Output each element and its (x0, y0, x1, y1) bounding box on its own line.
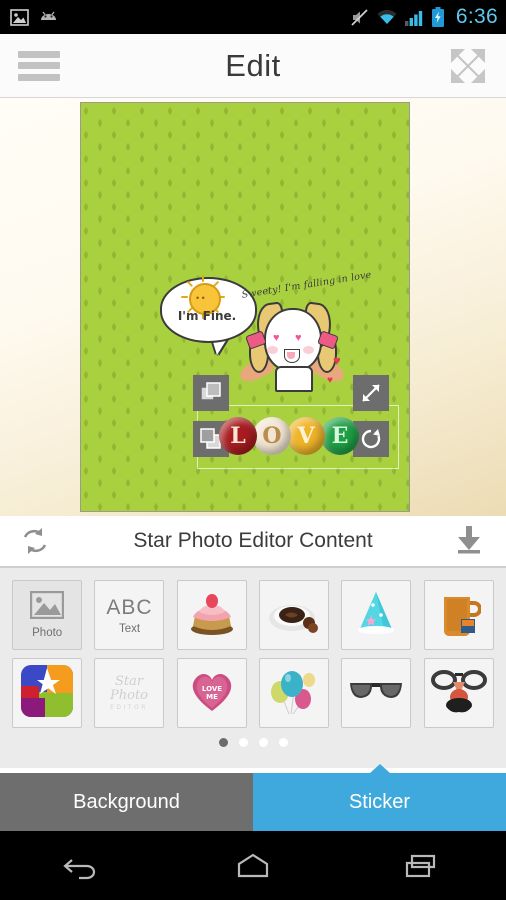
girl-cheek-right (303, 346, 314, 354)
wifi-icon (376, 9, 398, 26)
svg-text:LOVE: LOVE (202, 685, 222, 693)
girl-cheek-left (267, 346, 278, 354)
hamburger-menu-icon[interactable] (18, 50, 60, 81)
heart-eye-right-icon: ♥ (295, 332, 302, 344)
cake-sticker-art (186, 590, 238, 641)
floating-heart-small-icon: ♥ (327, 375, 333, 386)
sunglasses-sticker-art (347, 676, 405, 711)
svg-text:Star: Star (115, 674, 144, 689)
svg-text:Photo: Photo (109, 688, 148, 703)
sticker-cell (335, 576, 417, 654)
app-header: Edit (0, 34, 506, 98)
sticker-cell: LOVE ME (171, 654, 253, 732)
tab-background-label: Background (73, 790, 180, 813)
tab-sticker[interactable]: Sticker (253, 764, 506, 831)
party-hat-sticker[interactable] (341, 580, 412, 650)
balloons-sticker-art (269, 666, 319, 721)
android-mascot-icon (38, 10, 59, 25)
party-hat-sticker-art (352, 589, 400, 642)
sticker-cell: Photo (6, 576, 88, 654)
battery-charging-icon (431, 7, 445, 27)
star-app-sticker[interactable] (12, 658, 83, 728)
handwriting-text: Sweety! I'm falling in love (241, 269, 373, 301)
sticker-cell (171, 576, 253, 654)
watermark-sticker[interactable]: Star Photo EDITOR (94, 658, 165, 728)
disguise-glasses-sticker[interactable] (423, 658, 494, 728)
content-bar: Star Photo Editor Content (0, 516, 506, 568)
sticker-cell (418, 576, 500, 654)
abc-glyph: ABC (106, 595, 153, 619)
page-title: Edit (225, 47, 281, 83)
love-me-heart-sticker[interactable]: LOVE ME (176, 658, 247, 728)
pager-dot[interactable] (258, 738, 268, 747)
sticker-cell: ABC Text (88, 576, 170, 654)
pager-dot[interactable] (238, 738, 248, 747)
floating-heart-icon: ♥ (333, 353, 341, 368)
sticker-cell (253, 576, 335, 654)
status-bar: 6:36 (0, 0, 506, 34)
resize-handle[interactable] (353, 375, 389, 411)
signal-icon (404, 9, 424, 26)
bottom-tabs: Background Sticker (0, 764, 506, 831)
heart-eye-left-icon: ♥ (273, 332, 280, 344)
svg-text:EDITOR: EDITOR (111, 704, 149, 711)
photo-tile[interactable]: Photo (12, 580, 83, 650)
home-icon[interactable] (223, 844, 283, 888)
coffee-sticker-art (267, 590, 321, 641)
fullscreen-expand-icon[interactable] (448, 46, 488, 86)
pager-dot[interactable] (218, 738, 228, 747)
tab-background[interactable]: Background (0, 773, 253, 831)
tab-sticker-label: Sticker (348, 790, 411, 813)
love-letter-v[interactable]: V (287, 417, 325, 455)
app-root: 6:36 Edit • • I'm Fine. Sweety! I'm fall… (0, 0, 506, 900)
balloons-sticker[interactable] (259, 658, 330, 728)
sticker-cell: Star Photo EDITOR (88, 654, 170, 732)
sticker-grid: Photo ABC Text Star Photo EDITOR LOVE ME (0, 568, 506, 732)
sticker-cell (253, 654, 335, 732)
status-clock: 6:36 (455, 5, 498, 28)
star-app-sticker-art (20, 664, 74, 723)
photo-canvas[interactable]: • • I'm Fine. Sweety! I'm falling in lov… (80, 102, 410, 512)
love-letter-o[interactable]: O (253, 417, 291, 455)
sticker-tile-label: Text (118, 622, 141, 635)
sticker-tile-label: Photo (32, 627, 63, 639)
content-title: Star Photo Editor Content (133, 529, 373, 552)
girl-tongue (287, 352, 295, 359)
text-tile[interactable]: ABC Text (94, 580, 165, 650)
back-arrow-icon[interactable] (54, 844, 114, 888)
android-nav-bar (0, 831, 506, 900)
beer-mug-sticker[interactable] (423, 580, 494, 650)
sun-face: • • (196, 293, 205, 303)
sunglasses-sticker[interactable] (341, 658, 412, 728)
watermark-sticker-art: Star Photo EDITOR (98, 669, 160, 718)
image-placeholder-icon (29, 590, 65, 624)
refresh-icon[interactable] (18, 524, 52, 558)
editor-workspace[interactable]: • • I'm Fine. Sweety! I'm falling in lov… (0, 98, 506, 516)
love-letter-e[interactable]: E (321, 417, 359, 455)
mute-icon (350, 8, 369, 27)
download-icon[interactable] (454, 524, 488, 558)
sticker-cell (6, 654, 88, 732)
pager-dot[interactable] (278, 738, 288, 747)
speech-bubble-text: I'm Fine. (177, 309, 237, 323)
pager-dots[interactable] (0, 738, 506, 747)
image-icon (10, 8, 29, 26)
love-sticker[interactable]: LOVE (219, 417, 359, 455)
tab-active-arrow-icon (369, 764, 390, 773)
sticker-cell (335, 654, 417, 732)
beer-mug-sticker-art (437, 589, 482, 642)
love-letter-l[interactable]: L (219, 417, 257, 455)
bring-to-front-handle[interactable] (193, 375, 229, 411)
love-me-heart-sticker-art: LOVE ME (187, 668, 237, 719)
cake-sticker[interactable] (176, 580, 247, 650)
recent-apps-icon[interactable] (392, 844, 452, 888)
girl-body (275, 366, 313, 392)
svg-text:ME: ME (206, 693, 218, 701)
disguise-glasses-sticker-art (430, 668, 487, 719)
sticker-cell (418, 654, 500, 732)
coffee-sticker[interactable] (259, 580, 330, 650)
